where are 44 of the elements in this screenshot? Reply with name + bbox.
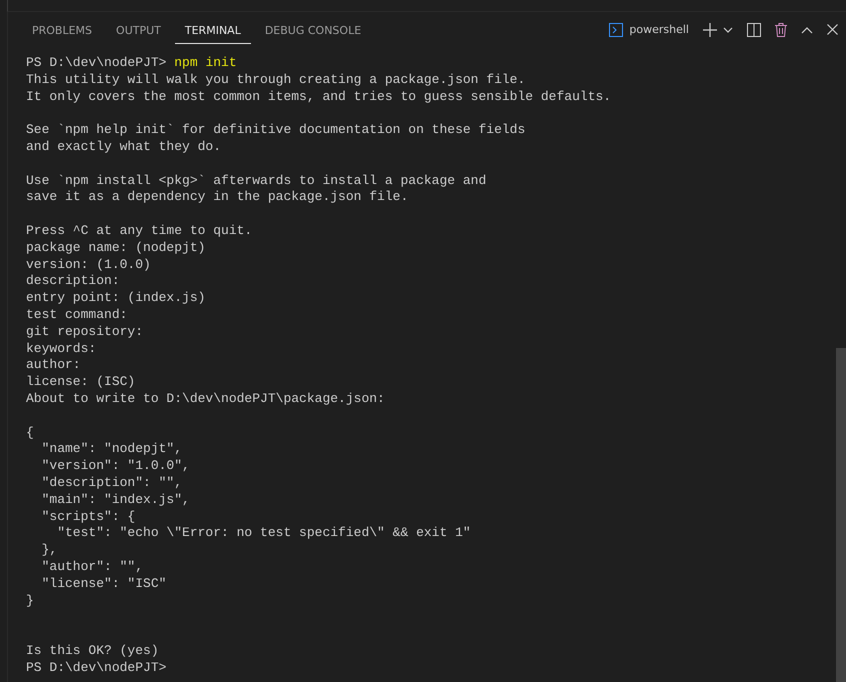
close-icon[interactable] [827, 24, 838, 35]
terminal-output-line: "author": "", [40, 558, 144, 576]
terminal-command: npm init [174, 55, 237, 70]
trash-icon[interactable] [775, 22, 787, 36]
panel-tab[interactable]: PROBLEMS [22, 16, 102, 44]
terminal-output-line: Is this OK? (yes) [26, 642, 160, 660]
panel-tab[interactable]: DEBUG CONSOLE [254, 16, 372, 44]
split-icon[interactable] [747, 22, 761, 36]
terminal-output-line: "version": "1.0.0", [40, 458, 191, 475]
terminal-output-line: See `npm help init` for definitive documentation on these fields [26, 122, 526, 139]
scrollbar-thumb[interactable] [836, 348, 846, 682]
terminal-icon [609, 22, 624, 36]
panel-tab[interactable]: OUTPUT [106, 16, 171, 44]
terminal-output-line: } [26, 592, 35, 610]
terminal-output-line: test command: [26, 306, 128, 324]
terminal-output-line: "description": "", [40, 474, 184, 492]
plus-icon[interactable] [703, 22, 717, 36]
terminal-prompt: PS D:\dev\nodePJT> [26, 55, 166, 70]
terminal-output-line: license: (ISC) [26, 374, 136, 391]
terminal-output-line: version: (1.0.0) [26, 256, 152, 274]
terminal-output-line: Press ^C at any time to quit. [26, 222, 254, 240]
terminal-output-line: About to write to D:\dev\nodePJT\package.json: [26, 390, 386, 408]
terminal-output-line: It only covers the most common items, and tries to guess sensible defaults. [26, 88, 612, 106]
terminal-output-line: "license": "ISC" [40, 576, 168, 592]
terminal-output-line: }, [40, 542, 58, 559]
terminal-name[interactable]: powershell [629, 23, 689, 36]
terminal-output-line: "scripts": { [40, 508, 136, 526]
terminal-output-line: "main": "index.js", [40, 492, 191, 509]
terminal-output-line: git repository: [26, 324, 144, 341]
terminal-output-line: package name: (nodepjt) [26, 240, 206, 257]
terminal-output-line: entry point: (index.js) [26, 290, 206, 307]
terminal-output-line: { [26, 424, 35, 442]
chevron-up-icon[interactable] [801, 26, 813, 34]
terminal-output-line: "name": "nodepjt", [40, 441, 184, 458]
terminal-prompt: PS D:\dev\nodePJT> [26, 660, 166, 675]
terminal-output-line: keywords: [26, 340, 98, 358]
terminal-output-line: save it as a dependency in the package.json file. [26, 189, 410, 206]
terminal-output-line: Use `npm install <pkg>` afterwards to install a package and [26, 172, 488, 190]
panel-tab[interactable]: TERMINAL [174, 16, 251, 44]
terminal-output-line: This utility will walk you through creating a package.json file. [26, 72, 526, 89]
terminal-output-line: and exactly what they do. [26, 138, 222, 156]
terminal-output-line: "test": "echo \"Error: no test specified\" && exit 1" [56, 525, 472, 542]
terminal-output-line: description: [26, 273, 121, 290]
terminal-output-line: author: [26, 357, 82, 374]
